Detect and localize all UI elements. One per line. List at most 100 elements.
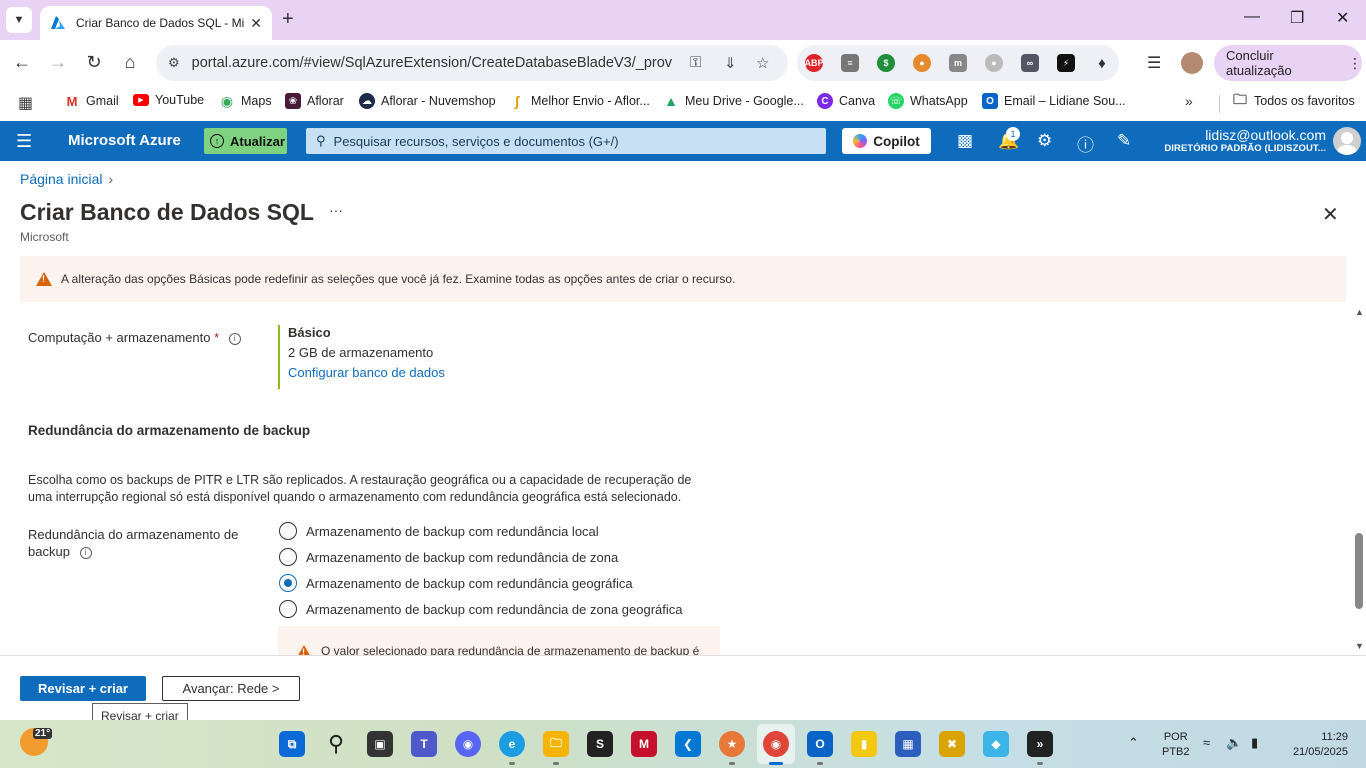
edge-icon[interactable]: e [499, 731, 525, 757]
user-avatar[interactable] [1333, 127, 1361, 155]
start-icon[interactable]: ⧉ [279, 731, 305, 757]
bookmark-melhor-envio[interactable]: ∫ Melhor Envio - Aflor... [509, 93, 650, 109]
snipping-tool-icon[interactable]: ✖ [939, 731, 965, 757]
radio-button[interactable] [279, 548, 297, 566]
settings-gear-icon[interactable]: ⚙ [1037, 131, 1052, 151]
restore-icon[interactable]: ❐ [1290, 8, 1304, 28]
new-tab-button[interactable]: + [282, 8, 294, 31]
info-icon[interactable]: i [228, 332, 241, 345]
chrome-icon[interactable]: ◉ [763, 731, 789, 757]
update-browser-button[interactable]: Concluir atualização ⋮ [1214, 45, 1362, 81]
review-create-button[interactable]: Revisar + criar [20, 676, 146, 701]
tray-overflow-icon[interactable]: ⌃ [1128, 735, 1139, 751]
redundancy-option-geo-zone[interactable]: Armazenamento de backup com redundância … [279, 600, 683, 618]
help-icon[interactable]: ⓘ [1077, 131, 1094, 156]
bookmark-youtube[interactable]: ▶ YouTube [133, 93, 204, 107]
bookmark-whatsapp[interactable]: ☏ WhatsApp [888, 93, 968, 109]
required-marker: * [214, 330, 220, 345]
home-icon[interactable]: ⌂ [120, 52, 140, 73]
hamburger-menu-icon[interactable]: ☰ [16, 131, 32, 152]
bolt-extension-icon[interactable]: ⚡ [1057, 54, 1075, 72]
mkvtoolnix-icon[interactable]: S [587, 731, 613, 757]
back-icon[interactable]: ← [12, 52, 32, 73]
bookmark-star-icon[interactable]: ☆ [756, 54, 769, 72]
more-bookmarks-icon[interactable]: » [1185, 93, 1193, 109]
azure-search-input[interactable]: ⚲ Pesquisar recursos, serviços e documen… [306, 128, 826, 154]
info-icon[interactable]: i [79, 546, 92, 559]
volume-icon[interactable]: 🔈 [1226, 735, 1242, 751]
mcafee-icon[interactable]: M [631, 731, 657, 757]
close-blade-icon[interactable]: ✕ [1322, 202, 1339, 227]
redundancy-option-geo[interactable]: Armazenamento de backup com redundância … [279, 574, 633, 592]
extensions-puzzle-icon[interactable]: ♦ [1093, 54, 1111, 72]
search-icon[interactable]: ⚲ [323, 731, 349, 757]
vscode-icon[interactable]: ❮ [675, 731, 701, 757]
profile-avatar[interactable] [1181, 52, 1203, 74]
input-language[interactable]: POR PTB2 [1162, 730, 1190, 760]
extension-icon[interactable]: ≡ [841, 54, 859, 72]
radio-button[interactable] [279, 600, 297, 618]
all-bookmarks[interactable]: 🗀 Todos os favoritos [1232, 91, 1355, 109]
bookmarks-bar: ▦ M Gmail ▶ YouTube ◉ Maps ❀ Aflorar ☁ Aflora… [0, 86, 1366, 120]
bookmark-gmail[interactable]: M Gmail [64, 93, 119, 109]
extension-icon-2[interactable]: ● [985, 54, 1003, 72]
next-network-button[interactable]: Avançar: Rede > [162, 676, 300, 701]
money-extension-icon[interactable]: $ [877, 54, 895, 72]
bookmark-outlook[interactable]: O Email – Lidiane Sou... [982, 93, 1126, 109]
discord-icon[interactable]: ◉ [455, 731, 481, 757]
close-tab-icon[interactable]: ✕ [250, 15, 262, 32]
terminal-app-icon[interactable]: » [1027, 731, 1053, 757]
install-app-icon[interactable]: ⇓ [724, 54, 737, 72]
configure-database-link[interactable]: Configurar banco de dados [288, 365, 578, 380]
system-clock[interactable]: 11:29 21/05/2025 [1284, 730, 1348, 760]
reload-icon[interactable]: ↻ [84, 52, 104, 73]
copilot-button[interactable]: Copilot [842, 128, 931, 154]
scroll-up-icon[interactable]: ▲ [1355, 307, 1364, 317]
git-icon[interactable]: ◆ [983, 731, 1009, 757]
forward-icon[interactable]: → [48, 52, 68, 73]
power-bi-icon[interactable]: ▮ [851, 731, 877, 757]
account-info[interactable]: lidisz@outlook.com DIRETÓRIO PADRÃO (LID… [1164, 127, 1326, 154]
radio-button-selected[interactable] [279, 574, 297, 592]
link-extension-icon[interactable]: ∞ [1021, 54, 1039, 72]
task-view-icon[interactable]: ▣ [367, 731, 393, 757]
azure-brand[interactable]: Microsoft Azure [68, 132, 181, 149]
address-bar[interactable]: ⚙ portal.azure.com/#view/SqlAzureExtensi… [156, 45, 788, 81]
minimize-icon[interactable]: — [1244, 8, 1260, 26]
outlook-app-icon[interactable]: O [807, 731, 833, 757]
windows-taskbar: 21° ⧉ ⚲ ▣ T ◉ e 🗀 S M ❮ ★ ◉ O ▮ ▦ ✖ ◆ » … [0, 720, 1366, 768]
feedback-icon[interactable]: ✎ [1117, 131, 1131, 151]
more-options-icon[interactable]: ··· [329, 202, 343, 218]
radio-button[interactable] [279, 522, 297, 540]
file-explorer-icon[interactable]: 🗀 [543, 731, 569, 757]
bookmark-maps[interactable]: ◉ Maps [219, 93, 272, 109]
site-info-icon[interactable]: ⚙ [168, 55, 180, 71]
battery-icon[interactable]: ▮ [1251, 735, 1258, 751]
honey-extension-icon[interactable]: ● [913, 54, 931, 72]
breadcrumb-home-link[interactable]: Página inicial [20, 171, 103, 187]
m-extension-icon[interactable]: m [949, 54, 967, 72]
media-control-icon[interactable]: ☰ [1147, 53, 1161, 73]
browser-tab-active[interactable]: Criar Banco de Dados SQL - Mic ✕ [40, 6, 272, 40]
azure-update-button[interactable]: ↑ Atualizar [204, 128, 287, 154]
password-key-icon[interactable]: ⚿ [690, 54, 701, 71]
bookmark-nuvemshop[interactable]: ☁ Aflorar - Nuvemshop [359, 93, 496, 109]
adblock-extension-icon[interactable]: ABP [805, 54, 824, 72]
store-icon[interactable]: ▦ [895, 731, 921, 757]
redundancy-option-local[interactable]: Armazenamento de backup com redundância … [279, 522, 599, 540]
cloud-shell-icon[interactable]: ▩ [957, 131, 973, 151]
copilot-app-icon[interactable]: ★ [719, 731, 745, 757]
tab-search-button[interactable]: ▼ [6, 7, 32, 33]
wifi-icon[interactable]: ≈ [1203, 735, 1210, 750]
redundancy-option-zone[interactable]: Armazenamento de backup com redundância … [279, 548, 618, 566]
vertical-scrollbar[interactable]: ▲ ▼ [1352, 307, 1366, 655]
scrollbar-thumb[interactable] [1355, 533, 1363, 609]
scroll-down-icon[interactable]: ▼ [1355, 641, 1364, 651]
teams-icon[interactable]: T [411, 731, 437, 757]
bookmark-aflorar[interactable]: ❀ Aflorar [285, 93, 344, 109]
bookmark-canva[interactable]: C Canva [817, 93, 875, 109]
youtube-icon: ▶ [133, 94, 149, 106]
bookmark-drive[interactable]: ▲ Meu Drive - Google... [663, 93, 804, 109]
close-window-icon[interactable]: ✕ [1336, 8, 1349, 28]
apps-grid-icon[interactable]: ▦ [18, 93, 33, 113]
